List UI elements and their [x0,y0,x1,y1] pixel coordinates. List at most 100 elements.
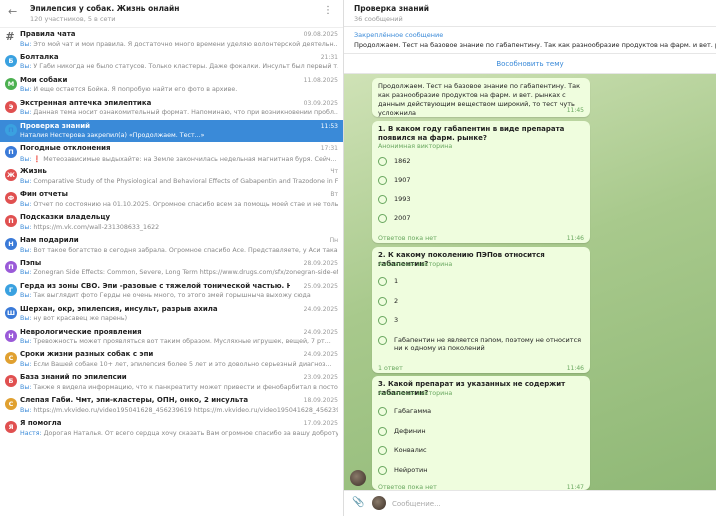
topic-item[interactable]: # Правила чата 09.08.2025 Вы: Это мой чат и… [0,28,343,51]
pinned-message-bar[interactable]: Закреплённое сообщение Продолжаем. Тест … [344,27,716,54]
topic-title: Я помогла [20,419,62,428]
poll-option[interactable]: 2 [378,295,584,309]
topic-item[interactable]: Ш Шерхан, окр, эпилепсия, инсульт, разрыв… [0,303,343,326]
topic-item[interactable]: Э Экстренная аптечка эпилептика 03.09.2025… [0,97,343,120]
topic-item[interactable]: Б База знаний по эпилепсии 23.09.2025 Вы: Т… [0,371,343,394]
poll-option-label: Нейротин [394,465,428,474]
topic-item[interactable]: П Пэпы 28.09.2025 Вы: Zonegran Side Effects… [0,257,343,280]
topic-preview: Наталия Нестерова закрепил(а) «Продолжае… [20,132,338,139]
radio-button[interactable] [378,335,387,345]
back-arrow-icon[interactable]: ← [8,6,18,17]
topic-item[interactable]: П Проверка знаний 11:53 Наталия Нестерова з… [0,119,343,143]
chat-title: Проверка знаний [354,4,430,13]
poll-answers-count: Ответов пока нет [378,235,437,242]
preview-sender: Вы: [20,223,32,231]
topic-time: 11:53 [320,122,338,130]
radio-button[interactable] [378,446,387,455]
poll-option[interactable]: Конвалис [378,444,584,458]
topic-item[interactable]: ЯЯ помогла 17.09.2025 Настя: Дорогая Натал… [0,417,343,440]
topic-preview: Вы: Zonegran Side Effects: Common, Sever… [20,269,338,276]
poll-option[interactable]: Дефинин [378,425,584,439]
radio-button[interactable] [378,277,387,286]
poll-answers-count: 1 ответ [378,365,403,372]
poll-option[interactable]: 1993 [378,193,584,207]
sender-avatar[interactable] [372,496,386,510]
topic-item[interactable]: Ф Фин отчеты Вт Вы: Отчет по состоянию на 0… [0,188,343,211]
topic-title: Шерхан, окр, эпилепсия, инсульт, разрыв … [20,304,218,313]
topic-item[interactable]: Н Нам подарили Пн Вы: Вот такое богатство в… [0,234,343,257]
topic-preview: Вы: У Габи никогда не было статусов. Тол… [20,63,338,70]
preview-sender: Вы: [20,406,32,414]
topic-item[interactable]: М Мои собаки 11.08.2025 Вы: И еще остается … [0,74,343,97]
poll-bubble: 3. Какой препарат из указанных не содерж… [372,376,590,490]
radio-button[interactable] [378,316,387,325]
poll-bubble: 1. В каком году габапентин в виде препар… [372,121,590,243]
topic-item[interactable]: С Слепая Габи. Чмт, эпи-кластеры, ОПН, он… [0,394,343,417]
more-menu-icon[interactable]: ⋮ [323,6,333,16]
topic-title: Пэпы [20,258,42,267]
topic-preview: Вы: И еще остается Бойка. Я попробую най… [20,86,338,93]
preview-sender: Вы: [20,40,32,48]
preview-text: Zonegran Side Effects: Common, Severe, L… [31,269,338,277]
poll-option[interactable]: 3 [378,314,584,328]
attach-icon[interactable]: 📎 [352,497,364,509]
message-time: 11:46 [566,235,584,242]
preview-sender: Вы: [20,246,32,254]
radio-button[interactable] [378,176,387,185]
poll-option[interactable]: Габапентин не является пэпом, поэтому не… [378,334,584,352]
topic-preview: Вы: Тревожность может проявляться вот та… [20,338,338,345]
author-avatar[interactable] [350,470,366,486]
poll-type-label: Анонимная викторина [378,261,453,268]
group-title: Эпилепсия у собак. Жизнь онлайн [30,4,180,13]
topic-item[interactable]: Б Болталка 21:31 Вы: У Габи никогда не было… [0,51,343,74]
topic-icon: Ф [5,192,17,205]
poll-option[interactable]: 1 [378,275,584,289]
topic-time: 28.09.2025 [303,259,338,267]
message-time: 11:46 [566,365,584,372]
topic-item[interactable]: Н Неврологические проявления 24.09.2025 Вы:… [0,326,343,349]
radio-button[interactable] [378,157,387,166]
preview-text: Отчет по состоянию на 01.10.2025. Огромн… [31,200,338,208]
radio-button[interactable] [378,296,387,306]
topic-item[interactable]: П Погодные отклонения 17:31 Вы: ❗ Метеозави… [0,142,343,165]
chat-header[interactable]: Проверка знаний 36 сообщений [344,0,716,27]
preview-sender: Вы: [20,383,32,391]
radio-button[interactable] [378,426,387,436]
poll-option-label: Конвалис [394,446,427,454]
topic-time: 21:31 [320,53,338,61]
hash-icon: # [5,30,15,43]
topic-title: База знаний по эпилепсии [20,373,127,382]
poll-option-label: 1907 [394,176,411,184]
poll-option-label: Габапентин не является пэпом, поэтому не… [394,335,582,352]
message-time: 11:45 [566,107,584,114]
poll-option[interactable]: Нейротин [378,464,584,478]
topic-preview: Вы: Если Вашей собаке 10+ лет, эпилепсия… [20,361,338,368]
preview-sender: Вы: [20,292,32,300]
topic-item[interactable]: Ж Жизнь Чт Вы: Comparative Study of the Phy… [0,165,343,188]
radio-button[interactable] [378,195,387,204]
poll-option[interactable]: 1907 [378,174,584,188]
poll-option[interactable]: 2007 [378,212,584,226]
radio-button[interactable] [378,465,387,475]
reopen-topic-link[interactable]: Вособновить тему [496,60,563,68]
preview-text: https://m.vk.com/wall-231308633_1622 [31,223,160,231]
topic-item[interactable]: П Подсказки владельцу Вы: https://m.vk.com… [0,211,343,234]
preview-sender: Вы: [20,63,32,71]
topic-item[interactable]: С Сроки жизни разных собак с эпи 24.09.202… [0,348,343,371]
radio-button[interactable] [378,214,387,223]
topic-title: Подсказки владельцу [20,213,111,222]
message-input[interactable] [392,496,702,511]
poll-option[interactable]: 1862 [378,155,584,169]
radio-button[interactable] [378,407,387,416]
preview-text: ❗ Метеозависимые выдыхайте: на Земле зак… [31,155,337,163]
topic-list: # Правила чата 09.08.2025 Вы: Это мой чат и… [0,28,343,440]
topic-item[interactable]: Г Герда из зоны СВО. Эпи -разовые с тяжел… [0,280,343,303]
message-area: Продолжаем. Тест на базовое знание по га… [344,74,716,490]
poll-option[interactable]: Габагамма [378,405,584,419]
topic-title: Нам подарили [20,236,79,245]
topic-action-bar: Вособновить тему [344,54,716,74]
topic-time: 17:31 [320,145,338,153]
topic-preview: Настя: Дорогая Наталья. От всего сердца … [20,430,338,437]
pinned-label: Закреплённое сообщение [354,31,444,39]
topic-time: 24.09.2025 [303,351,338,359]
